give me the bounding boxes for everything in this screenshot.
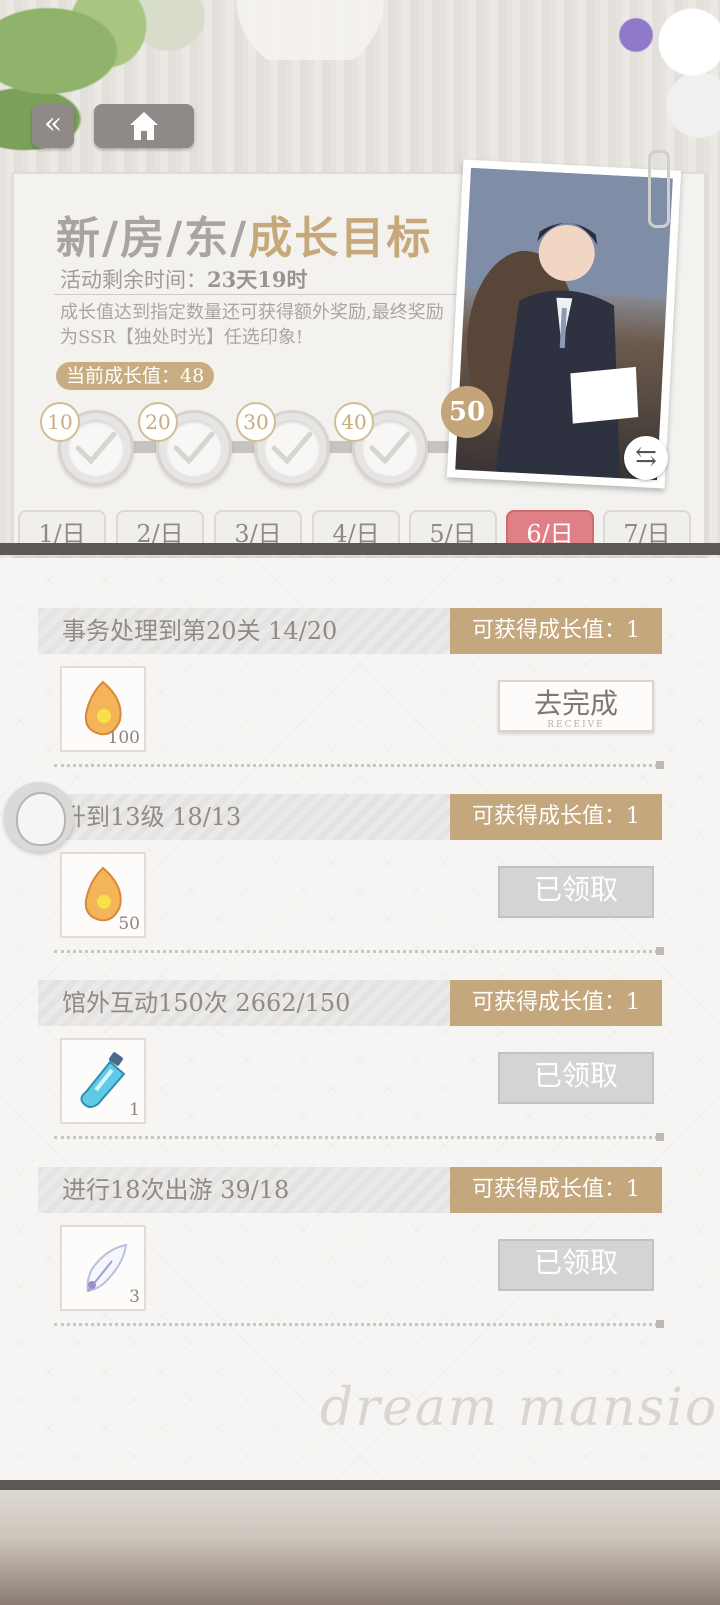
home-button[interactable] — [94, 104, 194, 148]
character-portrait — [455, 167, 673, 481]
character-illustration — [464, 167, 673, 479]
dotted-divider — [54, 950, 658, 953]
divider-end — [656, 761, 664, 769]
bottom-scene — [0, 1490, 720, 1605]
check-icon — [271, 431, 313, 465]
dotted-divider — [54, 764, 658, 767]
timer-value: 23天19时 — [207, 267, 308, 292]
task-name: 事务处理到第20关 14/20 — [62, 617, 338, 645]
double-chevron-left-icon: « — [43, 106, 63, 141]
paper-clip-decoration — [648, 150, 670, 228]
page-title: 新/房/东/成长目标 — [56, 202, 432, 266]
tabs-divider — [0, 543, 720, 555]
milestone-value: 40 — [334, 402, 374, 442]
event-description: 成长值达到指定数量还可获得额外奖励,最终奖励为SSR【独处时光】任选印象! — [60, 302, 444, 348]
home-icon — [130, 112, 158, 140]
dotted-divider — [54, 1323, 658, 1326]
claimed-button[interactable]: 已领取 — [498, 1052, 654, 1104]
task-name: 馆外互动150次 2662/150 — [62, 989, 351, 1017]
item-count: 50 — [118, 914, 140, 934]
divider-end — [656, 1320, 664, 1328]
go-complete-button[interactable]: 去完成 RECEIVE — [498, 680, 654, 732]
final-milestone-badge[interactable]: 50 — [441, 386, 493, 438]
task-name: 进行18次出游 39/18 — [62, 1176, 290, 1204]
task-reward: 可获得成长值：1 — [450, 980, 662, 1026]
item-count: 3 — [129, 1287, 140, 1307]
check-icon — [173, 431, 215, 465]
task-reward: 可获得成长值：1 — [450, 1167, 662, 1213]
reward-item[interactable]: 3 — [60, 1225, 146, 1311]
lace-decoration — [160, 0, 460, 60]
divider-end — [656, 1133, 664, 1141]
button-sublabel: RECEIVE — [547, 720, 605, 730]
blue-potion-icon — [80, 1052, 126, 1108]
check-icon — [75, 431, 117, 465]
task-reward: 可获得成长值：1 — [450, 794, 662, 840]
dotted-divider — [54, 1136, 658, 1139]
divider — [54, 294, 464, 295]
event-timer: 活动剩余时间：23天19时 — [60, 264, 307, 294]
task-header: 进行18次出游 39/18 — [38, 1167, 450, 1213]
divider-end — [656, 947, 664, 955]
task-reward: 可获得成长值：1 — [450, 608, 662, 654]
feather-icon — [86, 1243, 128, 1293]
timer-label: 活动剩余时间： — [60, 268, 207, 292]
item-count: 100 — [107, 728, 140, 748]
task-header: 升到13级 18/13 — [38, 794, 450, 840]
task-name: 升到13级 18/13 — [62, 803, 242, 831]
back-button[interactable]: « — [32, 104, 74, 148]
check-icon — [369, 431, 411, 465]
item-count: 1 — [129, 1100, 140, 1120]
milestone-value: 20 — [138, 402, 178, 442]
milestone-value: 30 — [236, 402, 276, 442]
reward-item[interactable]: 1 — [60, 1038, 146, 1124]
mascot-icon — [16, 792, 66, 846]
title-main: 新/房/东/ — [56, 213, 249, 264]
current-growth-badge: 当前成长值：48 — [56, 362, 215, 390]
claimed-button[interactable]: 已领取 — [498, 866, 654, 918]
swap-icon[interactable]: ⇆ — [624, 436, 668, 480]
assistant-float-button[interactable] — [4, 782, 74, 852]
bottom-divider — [0, 1480, 720, 1490]
button-label: 去完成 — [533, 687, 618, 720]
task-header: 馆外互动150次 2662/150 — [38, 980, 450, 1026]
title-sub: 成长目标 — [248, 213, 433, 264]
task-header: 事务处理到第20关 14/20 — [38, 608, 450, 654]
milestone-value: 10 — [40, 402, 80, 442]
reward-item[interactable]: 50 — [60, 852, 146, 938]
claimed-button[interactable]: 已领取 — [498, 1239, 654, 1291]
flowers-decoration — [580, 0, 720, 140]
watermark: dream mansion — [320, 1378, 720, 1438]
reward-item[interactable]: 100 — [60, 666, 146, 752]
